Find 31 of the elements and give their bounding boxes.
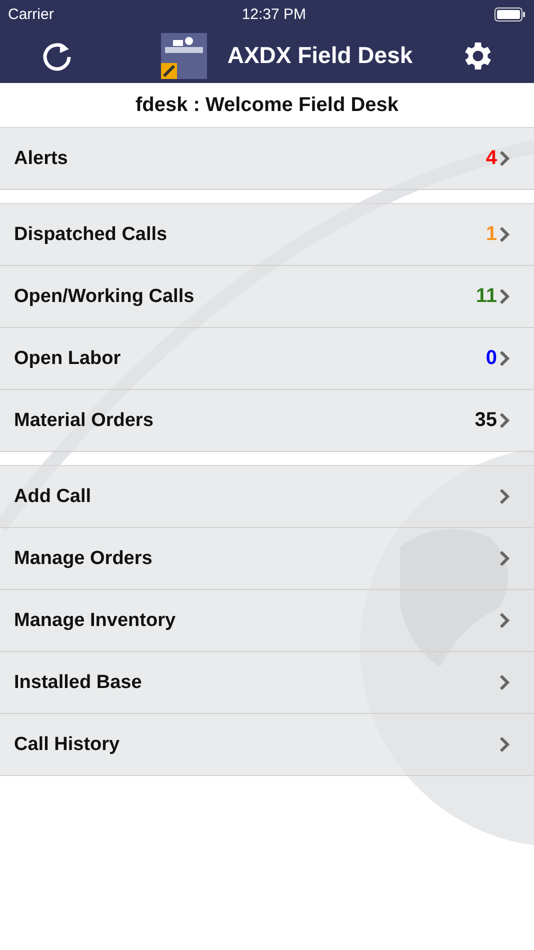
menu-row[interactable]: Alerts 4 (0, 128, 534, 190)
chevron-icon (499, 612, 510, 629)
app-title: AXDX Field Desk (227, 42, 413, 69)
menu-row[interactable]: Add Call (0, 466, 534, 528)
chevron-icon (499, 288, 510, 305)
carrier-text: Carrier (8, 6, 54, 22)
chevron-icon (499, 226, 510, 243)
chevron-icon (499, 674, 510, 691)
chevron-icon (499, 550, 510, 567)
app-logo-icon (161, 32, 208, 78)
count-text: 4 (486, 147, 497, 170)
menu-row[interactable]: Installed Base (0, 652, 534, 714)
menu-row[interactable]: Open Labor 0 (0, 328, 534, 390)
time-text: 12:37 PM (242, 6, 306, 22)
chevron-icon (499, 412, 510, 429)
count-text: 1 (486, 223, 497, 246)
battery-icon (494, 6, 526, 22)
welcome-text: fdesk : Welcome Field Desk (135, 94, 399, 116)
menu-row[interactable]: Manage Inventory (0, 590, 534, 652)
count-text: 35 (474, 409, 497, 432)
count-text: 11 (476, 285, 497, 308)
menu-row[interactable]: Manage Orders (0, 528, 534, 590)
menu-row[interactable]: Dispatched Calls 1 (0, 204, 534, 266)
chevron-icon (499, 350, 510, 367)
count-text: 0 (486, 347, 497, 370)
menu-row[interactable]: Call History (0, 714, 534, 776)
chevron-icon (499, 736, 510, 753)
chevron-icon (499, 150, 510, 167)
menu-row[interactable]: Material Orders 35 (0, 390, 534, 452)
menu-row[interactable]: Open/Working Calls 11 (0, 266, 534, 328)
chevron-icon (499, 488, 510, 505)
